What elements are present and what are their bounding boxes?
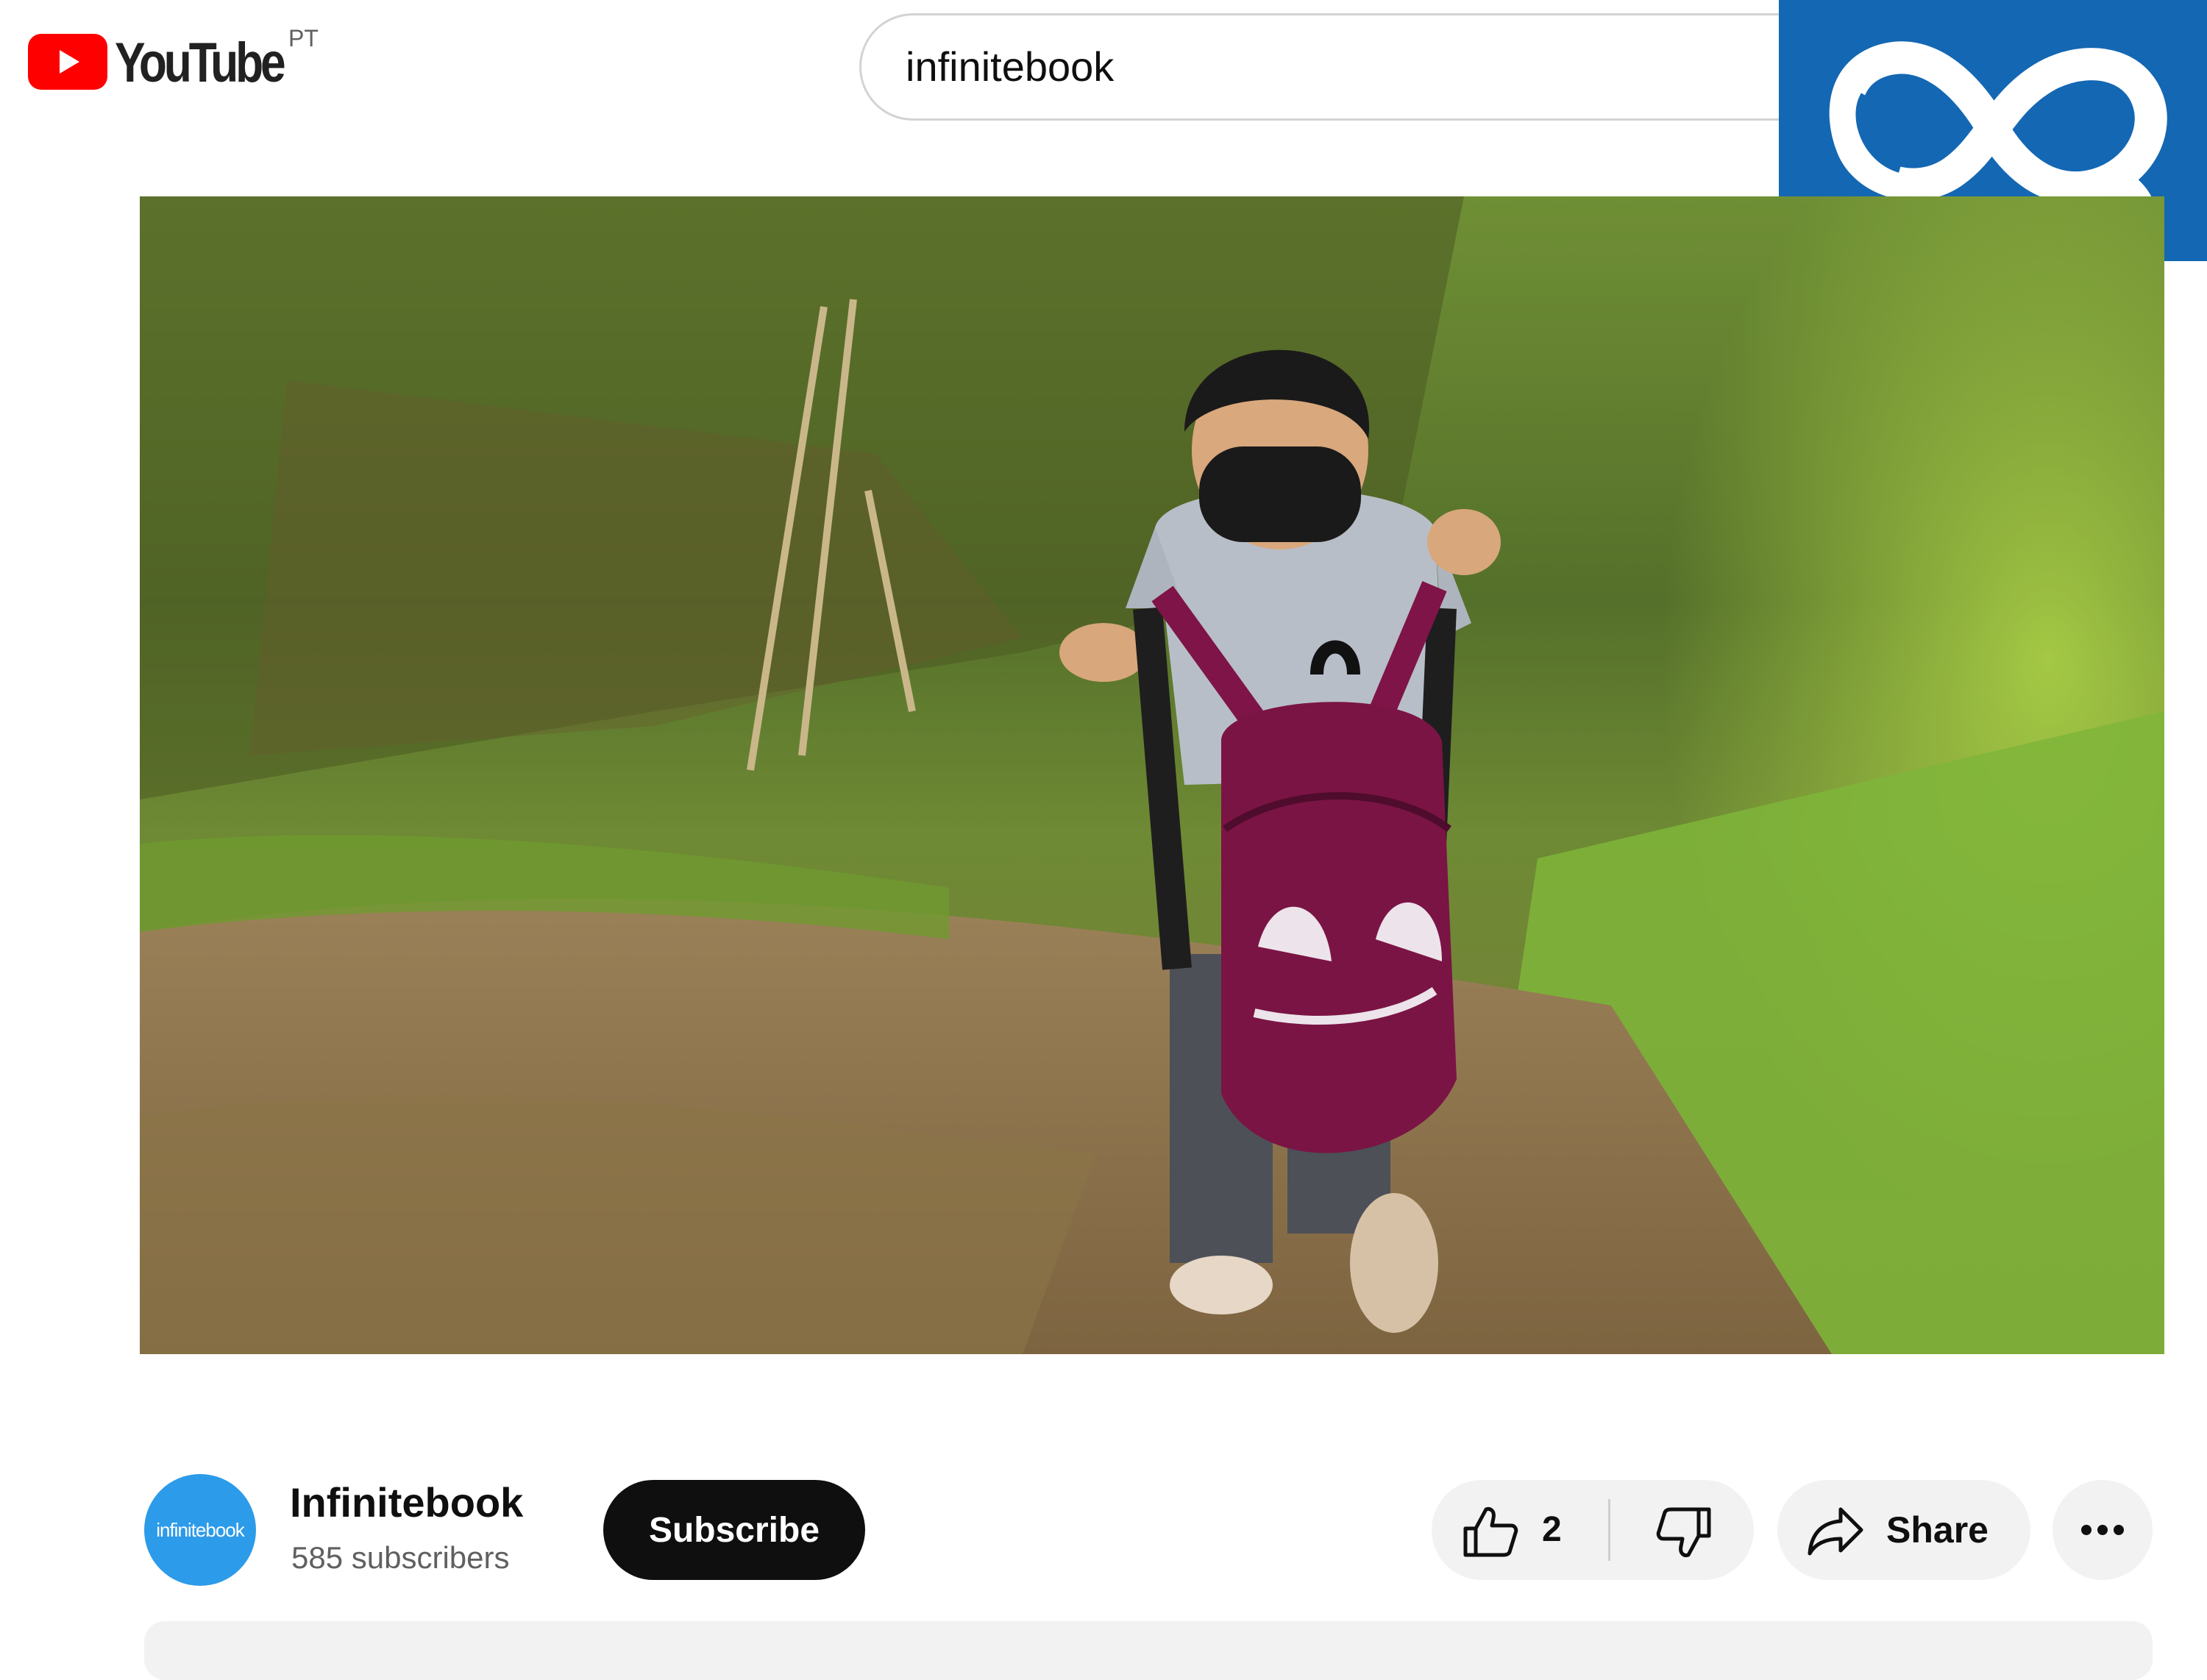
youtube-logo[interactable]: YouTube <box>28 34 286 93</box>
youtube-play-icon <box>28 34 107 90</box>
dislike-button[interactable] <box>1610 1480 1754 1580</box>
region-code: PT <box>288 25 319 51</box>
like-count: 2 <box>1542 1510 1562 1549</box>
avatar-label: infinitebook <box>156 1519 245 1541</box>
search-input[interactable]: infinitebook <box>859 13 1816 121</box>
thumbs-down-icon <box>1656 1507 1711 1557</box>
share-label: Share <box>1886 1509 1989 1551</box>
share-button[interactable]: Share <box>1777 1480 2030 1580</box>
description-panel[interactable] <box>144 1621 2153 1680</box>
like-button[interactable]: 2 <box>1432 1480 1608 1580</box>
youtube-wordmark: YouTube <box>115 32 286 94</box>
thumbs-up-icon <box>1463 1507 1518 1557</box>
channel-name[interactable]: Infinitebook <box>290 1478 523 1526</box>
share-arrow-icon <box>1808 1507 1863 1556</box>
channel-avatar[interactable]: infinitebook <box>144 1474 256 1586</box>
more-horizontal-icon <box>2081 1525 2124 1535</box>
search-query: infinitebook <box>906 43 1115 90</box>
video-thumbnail <box>140 196 2164 1354</box>
more-actions-button[interactable] <box>2053 1480 2153 1580</box>
subscribe-button[interactable]: Subscribe <box>603 1480 865 1580</box>
subscriber-count: 585 subscribers <box>291 1540 510 1575</box>
video-player[interactable] <box>140 196 2164 1354</box>
like-dislike-group: 2 <box>1432 1480 1754 1580</box>
